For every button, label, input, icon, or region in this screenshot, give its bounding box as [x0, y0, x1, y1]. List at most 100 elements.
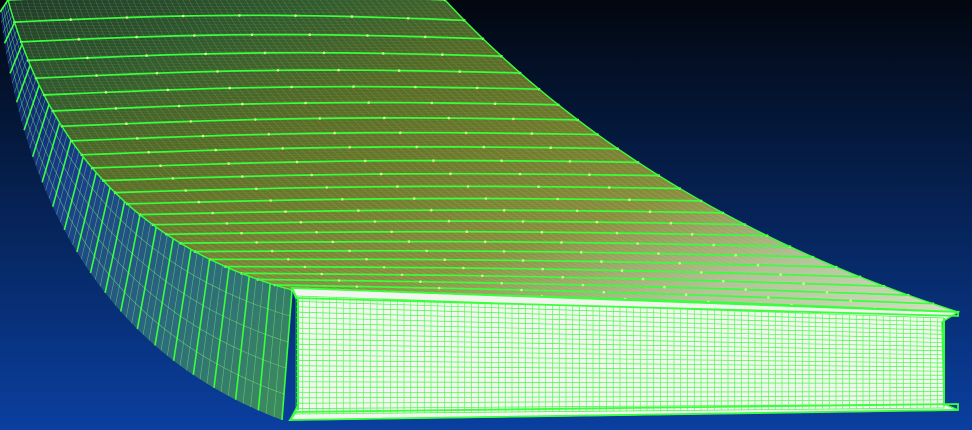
mesh-node [415, 145, 419, 149]
mesh-node [325, 186, 329, 189]
mesh-node [241, 102, 244, 106]
mesh-node [184, 189, 187, 192]
mesh-node [588, 173, 591, 176]
mesh-node [166, 88, 170, 92]
mesh-node [556, 197, 559, 201]
mesh-node [520, 288, 523, 292]
mesh-node [241, 175, 244, 178]
mesh-node [430, 101, 434, 105]
mesh-node [310, 173, 314, 177]
mesh-node [579, 251, 583, 254]
mesh-node [114, 107, 118, 110]
mesh-node [250, 33, 254, 36]
mesh-node [193, 34, 196, 37]
mesh-node [254, 118, 257, 121]
mesh-node [483, 240, 487, 244]
mesh-node [125, 16, 129, 19]
mesh-node [541, 267, 544, 271]
mesh-node [227, 162, 230, 165]
mesh-node [581, 283, 585, 287]
mesh-node [475, 86, 479, 90]
mesh-node [177, 104, 181, 108]
mesh-node [201, 134, 205, 138]
mesh-node [678, 261, 681, 265]
mesh-node [481, 274, 484, 278]
mesh-node [263, 51, 267, 55]
mesh-node [684, 293, 688, 297]
mesh-node [648, 210, 652, 213]
mesh-node [641, 277, 645, 281]
mesh-node [281, 147, 285, 150]
mesh-node [145, 54, 148, 57]
mesh-node [308, 33, 312, 36]
mesh-node [518, 172, 522, 176]
mesh-node [412, 197, 416, 200]
mesh-node [350, 15, 354, 18]
mesh-node [255, 241, 258, 244]
mesh-node [397, 69, 401, 72]
mesh-node [657, 252, 660, 255]
mesh-node [304, 101, 307, 105]
mesh-node [171, 177, 175, 180]
mesh-node [197, 200, 201, 204]
mesh-node [600, 260, 603, 263]
mesh-node [348, 249, 351, 253]
mesh-node [355, 285, 359, 288]
mesh-node [443, 258, 447, 262]
mesh-node [287, 258, 290, 261]
mesh-node [382, 266, 386, 269]
mesh-node [636, 242, 639, 245]
mesh-node [69, 18, 72, 21]
mesh-node [284, 210, 287, 213]
mesh-node [337, 279, 341, 282]
mesh-node [595, 220, 599, 224]
mesh-node [568, 160, 572, 163]
mesh-node [400, 273, 404, 277]
mesh-node [320, 272, 324, 276]
mesh-node [484, 197, 488, 200]
mesh-node [669, 221, 673, 225]
mesh-node [540, 230, 544, 234]
mesh-node [425, 249, 429, 253]
mesh-node [390, 230, 394, 234]
mesh-node [464, 131, 468, 135]
mesh-node [125, 122, 128, 125]
mesh-node [337, 68, 340, 72]
mesh-node [521, 220, 525, 223]
mesh-node [423, 35, 427, 39]
mesh-node [502, 208, 506, 212]
mesh-node [690, 233, 694, 236]
mesh-node [537, 185, 540, 188]
3d-viewport[interactable] [0, 0, 972, 430]
mesh-node [181, 14, 185, 18]
mesh-node [449, 172, 452, 175]
mesh-node [147, 151, 150, 154]
mesh-node [500, 281, 504, 285]
mesh-node [779, 273, 782, 276]
mesh-node [303, 265, 307, 269]
mesh-node [86, 56, 89, 60]
mesh-node [430, 208, 433, 212]
mesh-node [322, 51, 326, 55]
mesh-node [77, 38, 81, 41]
mesh-node [95, 74, 98, 77]
mesh-node [458, 70, 461, 73]
mesh-node [462, 266, 465, 270]
mesh-node [318, 117, 322, 120]
mesh-node [802, 282, 805, 285]
mesh-node [465, 230, 469, 233]
mesh-node [712, 243, 715, 247]
mesh-node [189, 120, 193, 123]
mesh-node [211, 211, 214, 215]
mesh-node [341, 198, 344, 201]
mesh-node [493, 102, 497, 105]
mesh-node [549, 146, 552, 149]
mesh-node [419, 280, 422, 284]
mesh-node [381, 52, 385, 55]
mesh-node [432, 159, 435, 162]
fem-mesh-render [0, 0, 972, 430]
mesh-node [849, 299, 852, 302]
mesh-node [607, 186, 611, 189]
mesh-node [216, 70, 219, 73]
mesh-node [299, 220, 303, 224]
